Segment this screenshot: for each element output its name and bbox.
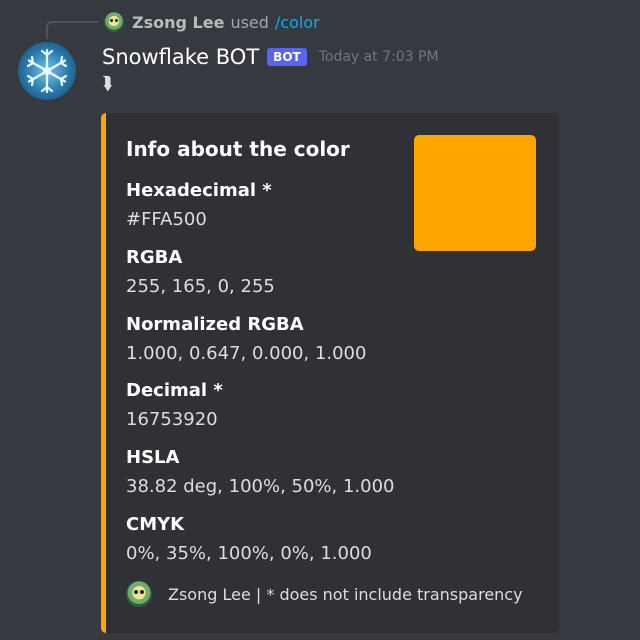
field-name: CMYK bbox=[126, 514, 185, 535]
reply-connector-line bbox=[46, 21, 98, 39]
field-value: 1.000, 0.647, 0.000, 1.000 bbox=[126, 343, 367, 364]
field-value: 255, 165, 0, 255 bbox=[126, 276, 275, 297]
field-name: RGBA bbox=[126, 247, 183, 268]
field-rgba: RGBA 255, 165, 0, 255 bbox=[126, 246, 275, 299]
field-name: HSLA bbox=[126, 447, 180, 468]
field-name: Hexadecimal * bbox=[126, 180, 272, 201]
reply-used-text: used bbox=[230, 12, 269, 32]
field-decimal: Decimal * 16753920 bbox=[126, 379, 223, 432]
snowflake-icon bbox=[26, 48, 68, 94]
color-swatch-thumbnail[interactable] bbox=[414, 135, 536, 251]
color-info-embed: Info about the color Hexadecimal * #FFA5… bbox=[101, 113, 559, 633]
embed-footer: Zsong Lee | * does not include transpare… bbox=[126, 579, 523, 609]
field-value: 16753920 bbox=[126, 409, 218, 430]
field-value: 0%, 35%, 100%, 0%, 1.000 bbox=[126, 543, 372, 564]
message-content: ⮯ bbox=[102, 73, 113, 94]
field-normalized-rgba: Normalized RGBA 1.000, 0.647, 0.000, 1.0… bbox=[126, 313, 366, 366]
bot-badge: BOT bbox=[267, 48, 307, 66]
bot-username[interactable]: Snowflake BOT bbox=[102, 45, 259, 69]
field-name: Decimal * bbox=[126, 380, 223, 401]
field-value: 38.82 deg, 100%, 50%, 1.000 bbox=[126, 476, 395, 497]
field-value: #FFA500 bbox=[126, 209, 207, 230]
user-avatar-icon[interactable] bbox=[104, 12, 124, 32]
slash-command-link[interactable]: /color bbox=[275, 13, 320, 32]
embed-title: Info about the color bbox=[126, 137, 350, 161]
message-header: Snowflake BOT BOT Today at 7:03 PM bbox=[102, 42, 439, 72]
field-cmyk: CMYK 0%, 35%, 100%, 0%, 1.000 bbox=[126, 513, 372, 566]
reply-username[interactable]: Zsong Lee bbox=[132, 13, 224, 32]
reply-context[interactable]: Zsong Lee used /color bbox=[104, 10, 320, 34]
user-avatar-icon bbox=[126, 581, 152, 607]
snowflake-avatar-icon[interactable] bbox=[18, 42, 76, 100]
message-timestamp: Today at 7:03 PM bbox=[318, 49, 439, 65]
field-name: Normalized RGBA bbox=[126, 314, 304, 335]
field-hsla: HSLA 38.82 deg, 100%, 50%, 1.000 bbox=[126, 446, 395, 499]
field-hexadecimal: Hexadecimal * #FFA500 bbox=[126, 179, 272, 232]
footer-text: Zsong Lee | * does not include transpare… bbox=[168, 584, 523, 604]
